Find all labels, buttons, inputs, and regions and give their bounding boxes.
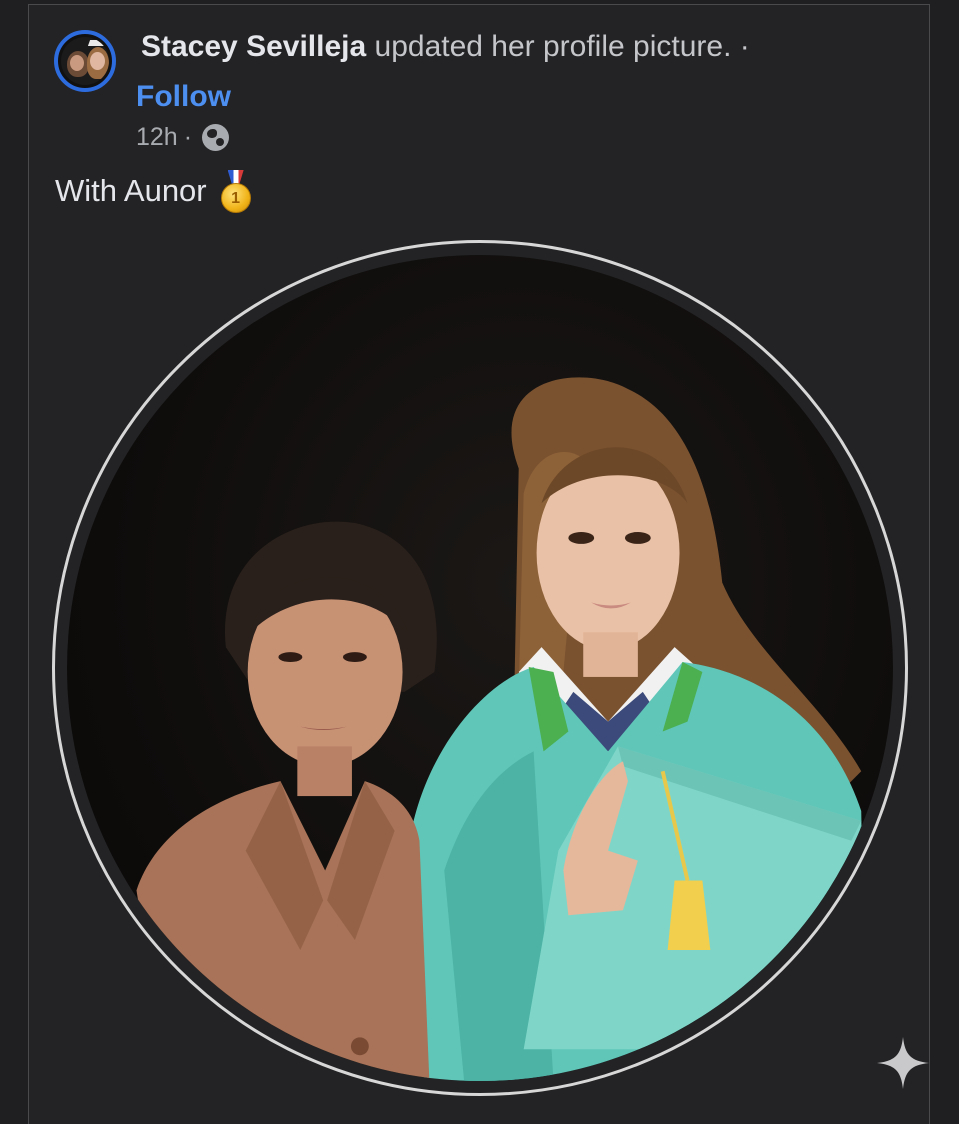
profile-photo[interactable] bbox=[67, 255, 893, 1081]
post-header: Stacey Sevilleja updated her profile pic… bbox=[141, 30, 750, 64]
header-separator: · bbox=[739, 30, 750, 63]
follow-button[interactable]: Follow bbox=[136, 80, 231, 114]
post-timestamp[interactable]: 12h bbox=[136, 123, 178, 152]
post-caption: With Aunor 1 bbox=[55, 170, 251, 213]
sparkle-icon bbox=[877, 1037, 929, 1089]
caption-text: With Aunor bbox=[55, 173, 207, 208]
author-avatar[interactable] bbox=[54, 30, 116, 92]
post-meta: 12h · bbox=[136, 123, 230, 152]
first-place-medal-icon: 1 bbox=[220, 170, 251, 213]
medal-number: 1 bbox=[220, 183, 251, 213]
post-action-text: updated her profile picture. bbox=[374, 30, 732, 63]
profile-photo-illustration bbox=[136, 377, 867, 1081]
globe-icon bbox=[202, 124, 230, 151]
meta-separator: · bbox=[183, 123, 193, 151]
author-name[interactable]: Stacey Sevilleja bbox=[141, 30, 366, 63]
profile-photo-frame[interactable] bbox=[52, 240, 908, 1096]
